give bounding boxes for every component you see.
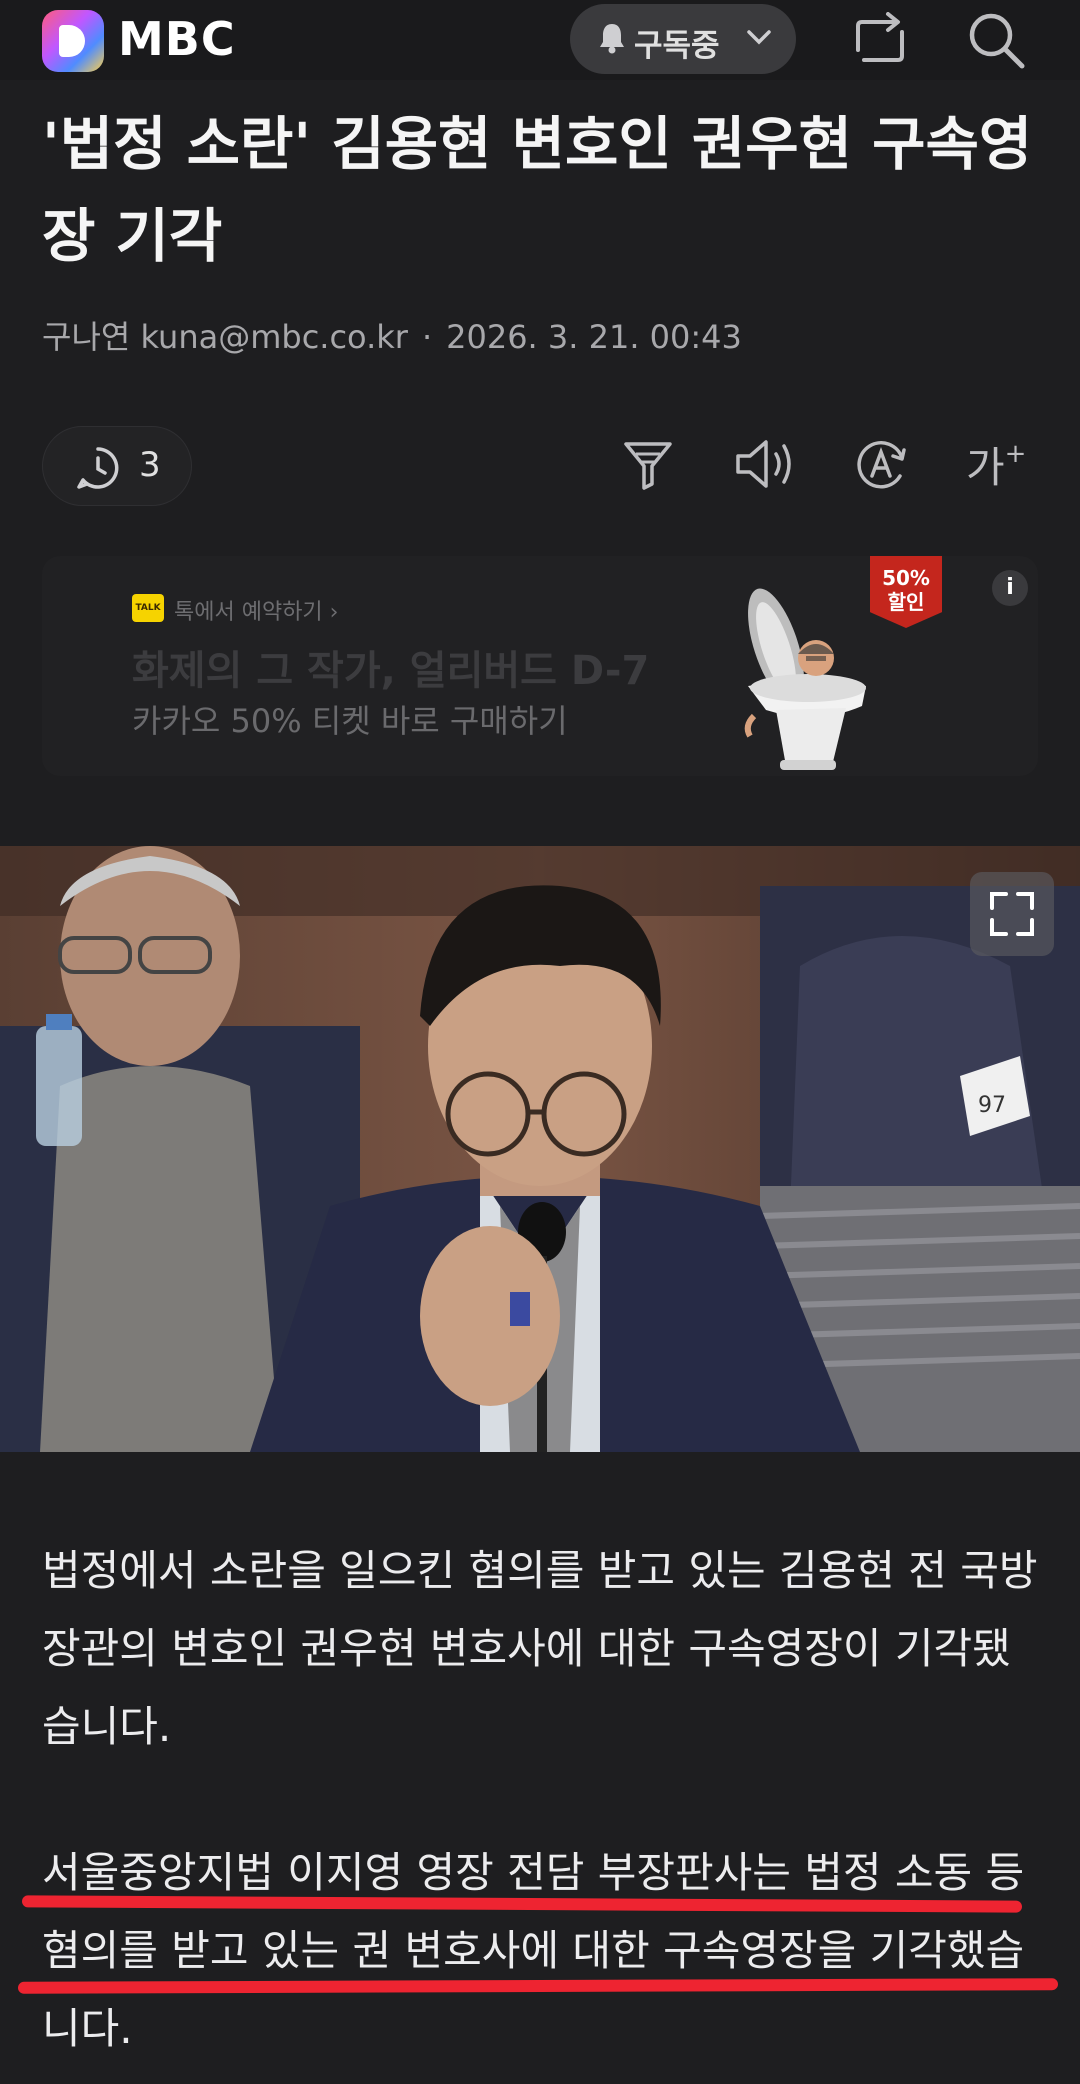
bell-icon [600,24,624,54]
photo-tag-number: 97 [978,1093,1006,1118]
byline: 구나연 kuna@mbc.co.kr · 2026. 3. 21. 00:43 [42,318,742,356]
ad-description: 카카오 50% 티켓 바로 구매하기 [132,702,568,740]
reporter[interactable]: 구나연 kuna@mbc.co.kr [42,318,408,356]
speaker-icon[interactable] [734,436,798,492]
ad-talk-text: 톡에서 예약하기 › [174,600,339,625]
fullscreen-icon [990,892,1034,936]
comment-icon [77,447,119,489]
font-size-button[interactable]: 가+ [966,434,1026,495]
article-paragraph-2: 서울중앙지법 이지영 영장 전담 부장판사는 법정 소동 등 혐의를 받고 있는… [42,1848,1025,2053]
chevron-down-icon [747,30,771,45]
share-icon[interactable] [850,12,910,68]
subscribe-label: 구독중 [634,28,720,64]
translate-icon[interactable] [852,436,910,494]
photo-illustration: 97 [0,846,1080,1452]
top-bar: MBC 구독중 [0,0,1080,80]
publish-date: 2026. 3. 21. 00:43 [446,318,742,356]
discount-label: 할인 [887,590,925,614]
daum-logo-icon[interactable] [42,10,104,72]
plus-icon: + [1004,439,1027,469]
comment-count: 3 [139,445,161,485]
ad-info-icon[interactable]: i [992,570,1028,606]
expand-photo-button[interactable] [970,872,1054,956]
ad-banner[interactable]: TALK 톡에서 예약하기 › 화제의 그 작가, 얼리버드 D-7 카카오 5… [42,556,1038,776]
filter-icon[interactable] [620,436,676,492]
comment-button[interactable]: 3 [42,426,192,506]
kakaotalk-logo-icon: TALK [132,594,164,622]
article-photo[interactable]: 97 [0,846,1080,1452]
font-size-label: 가 [966,443,1005,492]
discount-percent: 50% [882,566,930,590]
press-brand[interactable]: MBC [118,12,236,66]
article-headline: '법정 소란' 김용현 변호인 권우현 구속영장 기각 [42,110,1033,270]
article-paragraph-1: 법정에서 소란을 일으킨 혐의를 받고 있는 김용현 전 국방장관의 변호인 권… [42,1546,1038,1751]
ad-title: 화제의 그 작가, 얼리버드 D-7 [132,648,650,694]
search-icon[interactable] [966,10,1028,72]
subscribe-button[interactable]: 구독중 [570,4,796,74]
